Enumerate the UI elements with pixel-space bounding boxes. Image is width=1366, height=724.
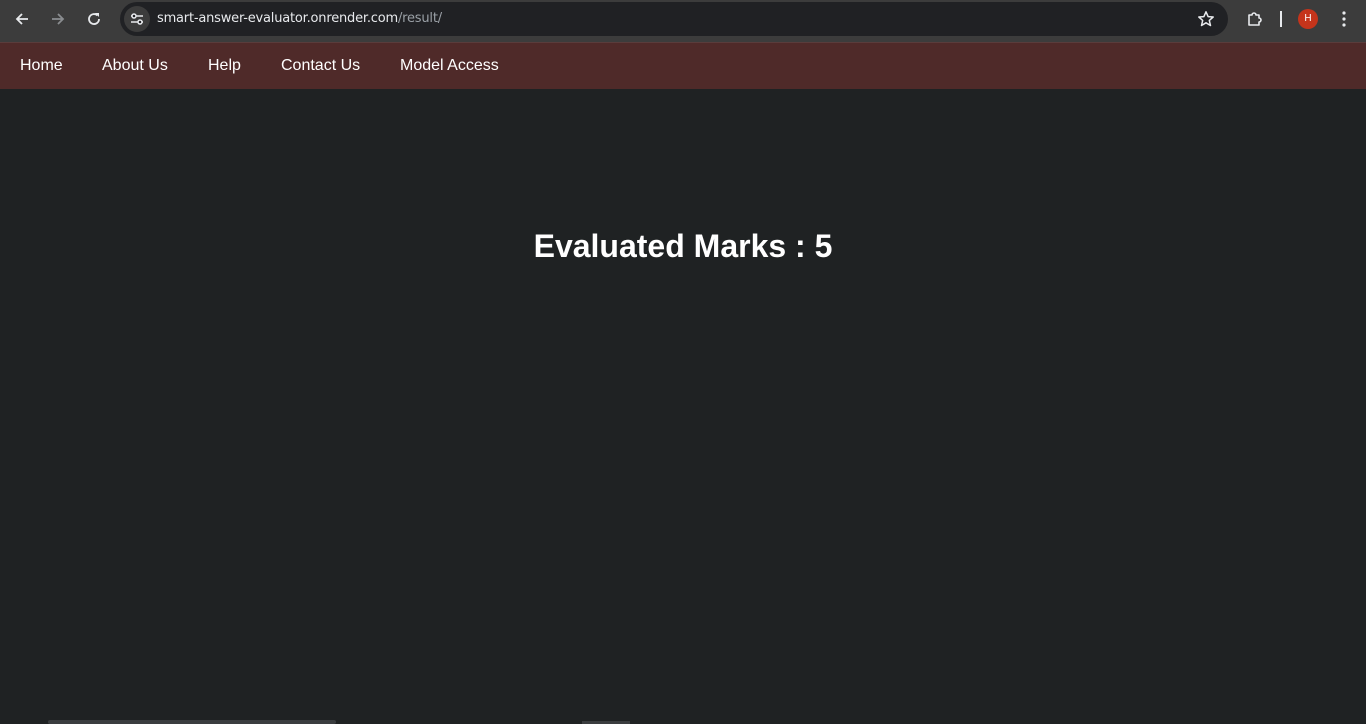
nav-help-link[interactable]: Help [208,57,241,75]
browser-toolbar: smart-answer-evaluator.onrender.com/resu… [0,0,1366,42]
nav-about-us-link[interactable]: About Us [102,57,168,75]
horizontal-scrollbar-thumb[interactable] [48,720,336,724]
tune-icon [131,13,143,25]
forward-button[interactable] [44,7,72,31]
profile-avatar[interactable]: H [1298,9,1318,29]
url-path: /result/ [397,11,442,26]
url-host: smart-answer-evaluator.onrender.com [157,11,398,26]
back-button[interactable] [8,7,36,31]
url-text[interactable]: smart-answer-evaluator.onrender.com/resu… [157,11,442,26]
bookmark-button[interactable] [1196,9,1216,29]
reload-icon [88,13,100,25]
puzzle-icon [1248,12,1262,26]
nav-home-link[interactable]: Home [20,57,63,75]
back-arrow-icon [15,13,28,25]
evaluated-marks-heading: Evaluated Marks : 5 [533,228,833,264]
toolbar-divider [1280,11,1282,27]
forward-arrow-icon [52,13,65,25]
reload-button[interactable] [80,7,108,31]
site-info-button[interactable] [124,6,150,32]
kebab-menu-icon [1342,11,1346,27]
nav-contact-us-link[interactable]: Contact Us [281,57,360,75]
address-bar[interactable]: smart-answer-evaluator.onrender.com/resu… [120,2,1228,36]
browser-menu-button[interactable] [1332,7,1356,31]
star-icon [1198,11,1214,27]
nav-model-access-link[interactable]: Model Access [400,57,499,75]
extensions-button[interactable] [1243,7,1267,31]
site-navbar: Home About Us Help Contact Us Model Acce… [0,42,1366,89]
